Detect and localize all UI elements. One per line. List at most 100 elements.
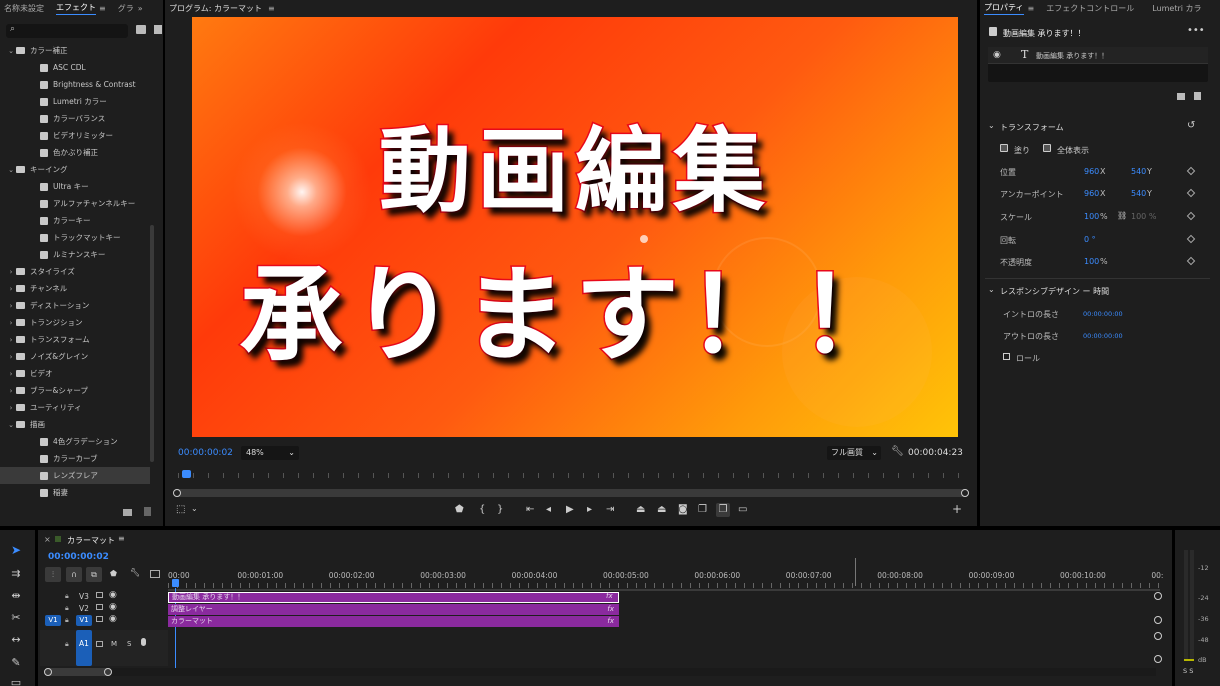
tab-properties[interactable]: プロパティ bbox=[984, 2, 1024, 15]
intro-value[interactable]: 00:00:00:00 bbox=[1083, 310, 1123, 318]
track-select-icon[interactable]: ⇉ bbox=[6, 565, 26, 581]
tab-effects[interactable]: エフェクト bbox=[56, 2, 96, 15]
sequence-tab[interactable]: カラーマット bbox=[67, 535, 115, 546]
chevron-down-icon[interactable]: ⌄ bbox=[6, 421, 16, 429]
chevron-right-icon[interactable]: › bbox=[6, 302, 16, 310]
rectangle-tool-icon[interactable]: ▭ bbox=[6, 674, 26, 686]
vr-video-icon[interactable]: ▭ bbox=[738, 504, 747, 515]
chevron-down-icon[interactable]: ⌄ bbox=[6, 47, 16, 55]
effect-folder[interactable]: › トランスフォーム bbox=[0, 331, 150, 348]
tab-effect-controls[interactable]: エフェクトコントロール bbox=[1046, 3, 1134, 14]
effect-item[interactable]: Brightness & Contrast bbox=[0, 76, 150, 93]
roll-checkbox[interactable] bbox=[1003, 353, 1010, 360]
monitor-playhead[interactable] bbox=[182, 470, 191, 478]
add-button-icon[interactable]: + bbox=[952, 502, 962, 516]
effect-item[interactable]: 4色グラデーション bbox=[0, 433, 150, 450]
marker-icon[interactable]: ⬟ bbox=[110, 569, 117, 578]
anchor-x-value[interactable]: 960 bbox=[1084, 189, 1099, 198]
solo-left-icon[interactable]: S S bbox=[1183, 667, 1193, 675]
ripple-edit-icon[interactable]: ⇹ bbox=[6, 587, 26, 603]
effect-folder[interactable]: › チャンネル bbox=[0, 280, 150, 297]
tab-untitled[interactable]: 名称未設定 bbox=[4, 3, 44, 14]
captions-icon[interactable] bbox=[150, 570, 160, 578]
chevron-right-icon[interactable]: › bbox=[6, 336, 16, 344]
track-v1-label[interactable]: V1 bbox=[76, 615, 92, 626]
tab-graphics[interactable]: グラ bbox=[118, 3, 134, 14]
folder-icon[interactable] bbox=[123, 509, 132, 516]
effects-search-input[interactable]: ⌕ bbox=[6, 24, 128, 38]
new-preset-icon[interactable] bbox=[154, 25, 162, 34]
trash-icon[interactable] bbox=[144, 507, 151, 516]
close-icon[interactable]: × bbox=[44, 535, 51, 544]
effect-item[interactable]: ルミナンスキー bbox=[0, 246, 150, 263]
microphone-icon[interactable] bbox=[141, 638, 146, 646]
scroll-handle-left[interactable] bbox=[173, 489, 181, 497]
go-to-out-icon[interactable]: ⇥ bbox=[606, 504, 614, 515]
position-y-value[interactable]: 540 bbox=[1131, 167, 1146, 176]
eye-icon[interactable]: ◉ bbox=[993, 50, 1001, 60]
effect-item[interactable]: Ultra キー bbox=[0, 178, 150, 195]
effect-item[interactable]: カラーカーブ bbox=[0, 450, 150, 467]
chevron-right-icon[interactable]: › bbox=[6, 268, 16, 276]
scroll-handle-right[interactable] bbox=[104, 668, 112, 676]
lift-icon[interactable]: ⏏ bbox=[636, 504, 645, 515]
effect-folder[interactable]: › ユーティリティ bbox=[0, 399, 150, 416]
reset-icon[interactable]: ↺ bbox=[1187, 120, 1195, 131]
linked-select-icon[interactable]: ⧉ bbox=[86, 567, 102, 582]
scroll-handle-left[interactable] bbox=[44, 668, 52, 676]
scroll-handle-right[interactable] bbox=[961, 489, 969, 497]
program-timecode[interactable]: 00:00:00:02 bbox=[178, 448, 233, 458]
sync-lock-icon[interactable] bbox=[96, 641, 103, 647]
pen-tool-icon[interactable]: ✎ bbox=[6, 654, 26, 670]
source-patch-v1[interactable]: V1 bbox=[45, 615, 61, 626]
effect-folder[interactable]: › ディストーション bbox=[0, 297, 150, 314]
effect-item[interactable]: カラーバランス bbox=[0, 110, 150, 127]
lock-icon[interactable]: 🔒︎ bbox=[65, 616, 69, 625]
wrench-icon[interactable]: 🔧︎ bbox=[130, 568, 140, 577]
eye-icon[interactable]: ◉ bbox=[109, 590, 117, 600]
scroll-thumb[interactable] bbox=[44, 668, 112, 676]
extract-icon[interactable]: ⏏ bbox=[657, 504, 666, 515]
program-viewer[interactable]: 動画編集 承ります！！ bbox=[192, 17, 958, 437]
play-icon[interactable]: ▶ bbox=[566, 504, 574, 515]
effects-scrollbar[interactable] bbox=[150, 225, 154, 462]
zoom-select[interactable]: 48% ⌄ bbox=[241, 446, 299, 460]
link-icon[interactable]: ⛓︎ bbox=[1117, 211, 1127, 220]
effect-item[interactable]: 色かぶり補正 bbox=[0, 144, 150, 161]
anchor-y-value[interactable]: 540 bbox=[1131, 189, 1146, 198]
panel-menu-icon[interactable]: ≡ bbox=[118, 534, 125, 543]
chevron-right-icon[interactable]: › bbox=[6, 353, 16, 361]
camera-icon[interactable]: ◙ bbox=[678, 504, 688, 515]
more-options-icon[interactable]: ••• bbox=[1187, 25, 1205, 36]
sync-lock-icon[interactable] bbox=[96, 616, 103, 622]
scale-value[interactable]: 100 bbox=[1084, 212, 1099, 221]
show-all-checkbox[interactable] bbox=[1043, 144, 1051, 152]
transform-chevron-icon[interactable]: ⌄ bbox=[988, 121, 995, 130]
go-to-in-icon[interactable]: ⇤ bbox=[526, 504, 534, 515]
comparison-view-icon[interactable]: ❐ bbox=[698, 504, 707, 515]
position-x-value[interactable]: 960 bbox=[1084, 167, 1099, 176]
panel-menu-icon[interactable]: ≡ bbox=[1028, 4, 1035, 13]
outro-value[interactable]: 00:00:00:00 bbox=[1083, 332, 1123, 340]
mute-icon[interactable]: M bbox=[111, 640, 117, 648]
chevron-right-icon[interactable]: › bbox=[6, 370, 16, 378]
panel-menu-icon[interactable]: ≡ bbox=[268, 4, 275, 13]
fill-checkbox[interactable] bbox=[1000, 144, 1008, 152]
effect-item[interactable]: Lumetri カラー bbox=[0, 93, 150, 110]
tab-lumetri[interactable]: Lumetri カラ bbox=[1152, 3, 1201, 14]
lock-icon[interactable]: 🔒︎ bbox=[65, 640, 69, 649]
effect-item[interactable]: ASC CDL bbox=[0, 59, 150, 76]
effect-folder[interactable]: › ビデオ bbox=[0, 365, 150, 382]
lock-icon[interactable]: 🔒︎ bbox=[65, 592, 69, 601]
mark-out-icon[interactable]: } bbox=[497, 504, 503, 515]
toggle-proxies-icon[interactable]: ❐ bbox=[716, 503, 730, 517]
razor-tool-icon[interactable]: ✂ bbox=[6, 609, 26, 625]
rotation-value[interactable]: 0 ° bbox=[1084, 235, 1096, 244]
track-a1-label[interactable]: A1 bbox=[76, 630, 92, 666]
responsive-chevron-icon[interactable]: ⌄ bbox=[988, 285, 995, 294]
safe-margins-icon[interactable]: ⬚ bbox=[176, 504, 185, 515]
clip-v1-colormatte[interactable]: カラーマット fx bbox=[168, 616, 619, 627]
quality-select[interactable]: フル画質 ⌄ bbox=[827, 446, 881, 460]
effect-item[interactable]: アルファチャンネルキー bbox=[0, 195, 150, 212]
solo-icon[interactable]: S bbox=[127, 640, 131, 648]
